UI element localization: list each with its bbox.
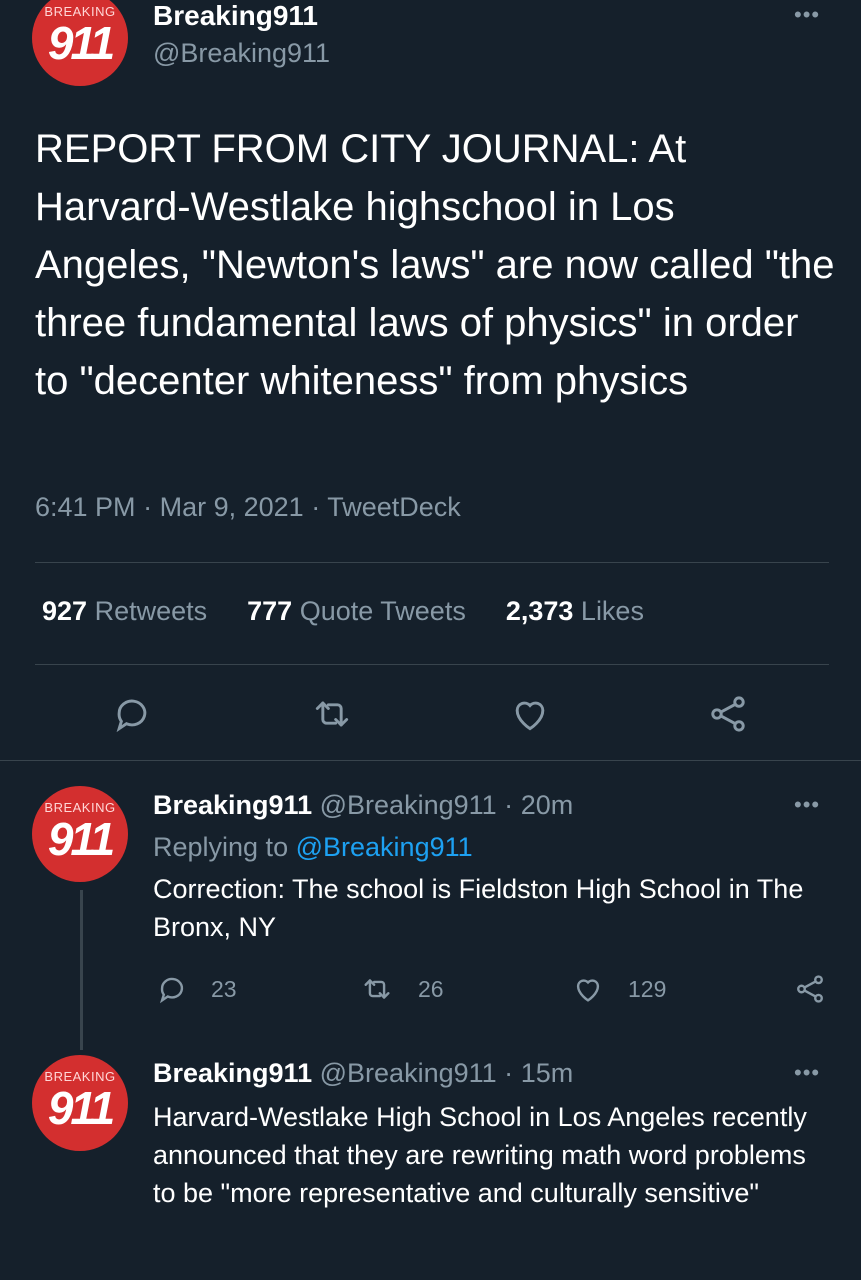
author-name[interactable]: Breaking911 (153, 0, 318, 32)
like-count: 129 (628, 975, 667, 1002)
avatar-number: 911 (47, 813, 115, 865)
reply-action[interactable]: 23 (155, 972, 237, 1006)
divider (0, 760, 861, 761)
comment-icon[interactable] (155, 972, 189, 1006)
reply-count: 23 (211, 975, 237, 1002)
separator: · (311, 492, 321, 522)
retweet-icon[interactable] (358, 972, 396, 1006)
share-icon[interactable] (792, 972, 828, 1006)
more-options-icon[interactable]: ••• (794, 4, 820, 26)
heart-icon[interactable] (508, 692, 552, 736)
share-icon[interactable] (706, 692, 750, 736)
divider (35, 562, 829, 563)
author-name[interactable]: Breaking911 (153, 790, 312, 820)
tweet-meta: 6:41 PM · Mar 9, 2021 · TweetDeck (35, 492, 461, 523)
tweet-text: Harvard-Westlake High School in Los Ange… (153, 1102, 807, 1208)
tweet-date[interactable]: Mar 9, 2021 (160, 492, 304, 522)
avatar-number: 911 (47, 1082, 115, 1134)
divider (35, 664, 829, 665)
separator: · (504, 790, 514, 820)
avatar[interactable]: BREAKING 911 (32, 0, 128, 86)
author-handle[interactable]: @Breaking911 (320, 790, 497, 820)
replying-to-label: Replying to (153, 832, 289, 862)
replying-to-handle[interactable]: @Breaking911 (296, 832, 473, 862)
quotes-stat[interactable]: 777 Quote Tweets (247, 596, 466, 627)
retweet-action[interactable]: 26 (358, 972, 444, 1006)
tweet-time[interactable]: 6:41 PM (35, 492, 136, 522)
avatar[interactable]: BREAKING 911 (32, 786, 128, 882)
tweet-stats: 927 Retweets 777 Quote Tweets 2,373 Like… (42, 596, 644, 627)
reply-header: Breaking911 @Breaking911 · 15m (153, 1058, 573, 1089)
author-handle[interactable]: @Breaking911 (320, 1058, 497, 1088)
quotes-label: Quote Tweets (299, 596, 466, 626)
likes-stat[interactable]: 2,373 Likes (506, 596, 644, 627)
separator: · (504, 1058, 514, 1088)
thread-line (80, 890, 83, 1050)
author-name[interactable]: Breaking911 (153, 1058, 312, 1088)
avatar[interactable]: BREAKING 911 (32, 1055, 128, 1151)
author-handle[interactable]: @Breaking911 (153, 38, 330, 69)
likes-label: Likes (580, 596, 644, 626)
retweet-count: 26 (418, 975, 444, 1002)
retweet-icon[interactable] (310, 692, 354, 736)
tweet-source[interactable]: TweetDeck (327, 492, 461, 522)
retweets-stat[interactable]: 927 Retweets (42, 596, 207, 627)
separator: · (143, 492, 153, 522)
tweet-text: REPORT FROM CITY JOURNAL: At Harvard-Wes… (35, 127, 835, 403)
tweet-actions (0, 692, 861, 736)
tweet-age[interactable]: 15m (521, 1058, 574, 1088)
comment-icon[interactable] (110, 692, 154, 736)
retweets-label: Retweets (94, 596, 208, 626)
retweets-count: 927 (42, 596, 88, 626)
like-action[interactable]: 129 (570, 972, 666, 1006)
tweet-text: Correction: The school is Fieldston High… (153, 874, 804, 942)
more-options-icon[interactable]: ••• (794, 1062, 820, 1084)
quotes-count: 777 (247, 596, 293, 626)
reply-header: Breaking911 @Breaking911 · 20m (153, 790, 573, 821)
likes-count: 2,373 (505, 596, 574, 626)
more-options-icon[interactable]: ••• (794, 794, 820, 816)
replying-to: Replying to @Breaking911 (153, 832, 473, 863)
share-action[interactable] (792, 972, 828, 1006)
avatar-number: 911 (47, 17, 115, 69)
heart-icon[interactable] (570, 972, 606, 1006)
tweet-age[interactable]: 20m (521, 790, 574, 820)
